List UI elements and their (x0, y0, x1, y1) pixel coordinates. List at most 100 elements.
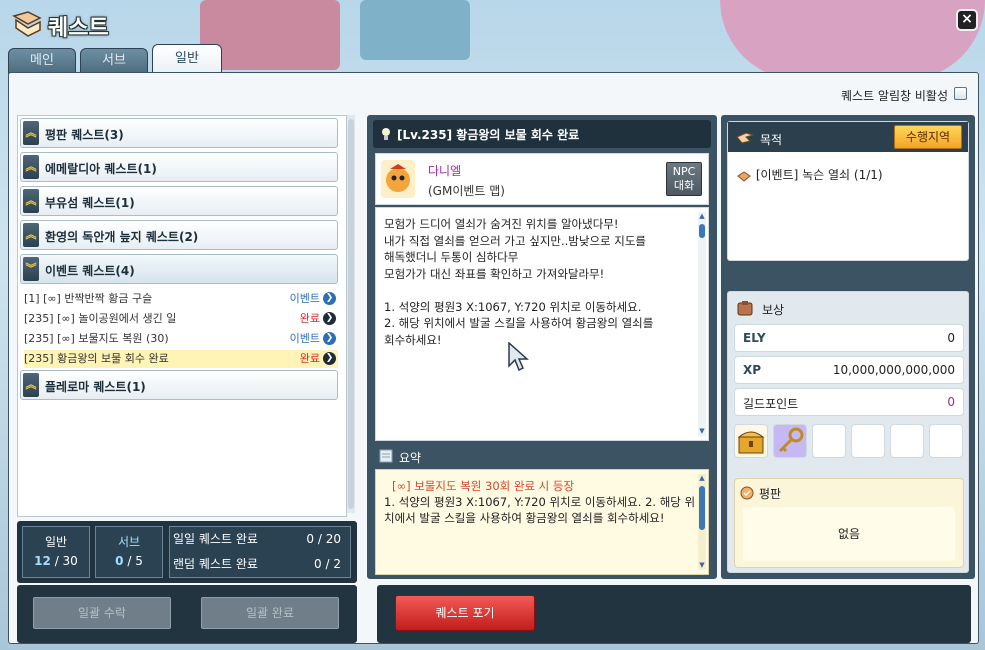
xp-label: XP (743, 363, 762, 377)
quest-name: [235] 황금왕의 보물 회수 완료 (24, 352, 169, 365)
npc-portrait (381, 160, 415, 198)
quest-description-box: 모험가 드디어 열쇠가 숨겨진 위치를 알아냈다무! 내가 직접 열쇠를 얻으러… (375, 207, 709, 441)
arrow-right-icon: ❯ (323, 312, 336, 325)
tab-general[interactable]: 일반 (152, 44, 222, 74)
ely-label: ELY (743, 331, 766, 345)
xp-value: 10,000,000,000,000 (832, 363, 955, 377)
arrow-right-icon: ❯ (323, 332, 336, 345)
goal-item-text: [이벤트] 녹슨 열쇠 (1/1) (755, 168, 883, 182)
goal-header: 목적 수행지역 (728, 122, 968, 152)
category-emeraldia[interactable]: ︽ 에메랄디아 퀘스트(1) (20, 152, 338, 182)
treasure-chest-icon (737, 431, 765, 454)
category-event[interactable]: ︾ 이벤트 퀘스트(4) (20, 254, 338, 284)
random-quest-row: 랜덤 퀘스트 완료 0 / 2 (173, 553, 347, 575)
alarm-disable-checkbox[interactable] (954, 87, 967, 100)
reward-xp: XP 10,000,000,000,000 (734, 356, 964, 384)
quest-item[interactable]: [235] [∞] 보물지도 복원 (30) 이벤트 ❯ (24, 330, 338, 348)
fame-reward: 평판 없음 (734, 478, 964, 568)
summary-title: [∞] 보물지도 복원 30회 완료 시 등장 (392, 479, 575, 493)
reward-slot-empty[interactable] (851, 424, 885, 458)
npc-talk-button[interactable]: NPC 대화 (666, 162, 702, 196)
reward-item-slots (734, 424, 964, 460)
accept-all-button[interactable]: 일괄 수락 (33, 597, 171, 629)
tab-sub[interactable]: 서브 (80, 48, 148, 74)
npc-info: 다니엘 (GM이벤트 맵) NPC 대화 (375, 153, 709, 205)
quest-description: 모험가 드디어 열쇠가 숨겨진 위치를 알아냈다무! 내가 직접 열쇠를 얻으러… (384, 217, 654, 347)
summary-text: 1. 석양의 평원3 X:1067, Y:720 위치로 이동하세요. 2. 해… (384, 495, 696, 525)
reward-guild-point: 길드포인트 0 (734, 388, 964, 416)
close-button[interactable]: × (956, 9, 978, 31)
general-current: 12 (34, 554, 51, 568)
give-up-quest-button[interactable]: 퀘스트 포기 (395, 595, 535, 631)
reward-slot-empty[interactable] (890, 424, 924, 458)
title-bar[interactable]: 퀘스트 × (4, 4, 981, 44)
heart-hand-icon (737, 170, 751, 182)
fame-label: 평판 (759, 487, 782, 501)
quest-item-selected[interactable]: [235] 황금왕의 보물 회수 완료 완료 ❯ (24, 350, 338, 368)
quest-list: ︽ 평판 퀘스트(3) ︽ 에메랄디아 퀘스트(1) ︽ 부유섬 퀘스트(1) … (17, 115, 347, 517)
alarm-disable-label: 퀘스트 알림창 비활성 (841, 89, 948, 103)
reward-slot[interactable] (734, 424, 768, 458)
daily-value: 0 / 20 (306, 532, 341, 546)
description-scrollbar[interactable]: ▲ ▼ (698, 212, 706, 436)
summary-label: 요약 (399, 451, 422, 465)
category-pleroma[interactable]: ︽ 플레로마 퀘스트(1) (20, 370, 338, 400)
reward-slot-empty[interactable] (929, 424, 963, 458)
chevron-up-icon: ︽ (23, 373, 39, 397)
reward-header: 보상 (734, 298, 964, 318)
document-icon (379, 449, 393, 463)
quest-detail: [Lv.235] 황금왕의 보물 회수 완료 다니엘 (GM이벤트 맵) NPC… (367, 115, 717, 579)
npc-name: 다니엘 (428, 164, 462, 178)
quest-status: 완료 (299, 312, 320, 325)
category-floating-island[interactable]: ︽ 부유섬 퀘스트(1) (20, 186, 338, 216)
arrow-right-icon: ❯ (323, 292, 336, 305)
quest-book-icon (12, 11, 42, 37)
quest-title-bar: [Lv.235] 황금왕의 보물 회수 완료 (373, 120, 711, 148)
category-name: 환영의 독안개 늪지 퀘스트(2) (45, 230, 199, 244)
chevron-up-icon: ︽ (23, 121, 39, 145)
scroll-thumb[interactable] (699, 486, 705, 530)
quest-list-scrollbar[interactable] (347, 115, 355, 513)
tab-main[interactable]: 메인 (8, 48, 76, 74)
quest-name: [1] [∞] 반짝반짝 황금 구슬 (24, 292, 153, 305)
sub-count-box: 서브 0 / 5 (95, 526, 163, 578)
general-count: 12 / 30 (23, 554, 89, 568)
summary-box: [∞] 보물지도 복원 30회 완료 시 등장 1. 석양의 평원3 X:106… (375, 469, 709, 575)
reward-slot[interactable] (773, 424, 807, 458)
category-swamp[interactable]: ︽ 환영의 독안개 늪지 퀘스트(2) (20, 220, 338, 250)
summary-header: 요약 (375, 445, 709, 467)
reward-slot-empty[interactable] (812, 424, 846, 458)
guild-point-label: 길드포인트 (743, 397, 799, 411)
quest-window: 퀘스트 × 메인 서브 일반 퀘스트 알림창 비활성 ︽ 평판 퀘스트(3) ︽… (4, 4, 981, 646)
category-name: 플레로마 퀘스트(1) (45, 380, 146, 394)
sub-label: 서브 (117, 535, 141, 549)
random-label: 랜덤 퀘스트 완료 (173, 557, 258, 571)
quest-item[interactable]: [235] [∞] 놀이공원에서 생긴 일 완료 ❯ (24, 310, 338, 328)
chevron-up-icon: ︽ (23, 189, 39, 213)
summary-scrollbar[interactable]: ▲ ▼ (698, 474, 706, 570)
category-name: 에메랄디아 퀘스트(1) (45, 162, 157, 176)
window-title: 퀘스트 (48, 16, 109, 41)
left-button-bar: 일괄 수락 일괄 완료 (17, 585, 357, 643)
quest-item[interactable]: [1] [∞] 반짝반짝 황금 구슬 이벤트 ❯ (24, 290, 338, 308)
content-area: 퀘스트 알림창 비활성 ︽ 평판 퀘스트(3) ︽ 에메랄디아 퀘스트(1) ︽… (8, 72, 979, 644)
golden-key-icon (778, 427, 804, 453)
category-fame[interactable]: ︽ 평판 퀘스트(3) (20, 118, 338, 148)
sub-current: 0 (115, 554, 124, 568)
reward-bag-icon (737, 301, 753, 316)
scroll-up-icon[interactable]: ▲ (698, 212, 706, 221)
lightbulb-icon (382, 128, 390, 140)
scroll-down-icon[interactable]: ▼ (698, 427, 706, 436)
npc-location: (GM이벤트 맵) (428, 184, 505, 198)
scroll-thumb[interactable] (348, 119, 354, 509)
complete-all-button[interactable]: 일괄 완료 (201, 597, 339, 629)
reward-box: 보상 ELY 0 XP 10,000,000,000,000 길드포인트 0 평… (727, 291, 969, 573)
general-count-box: 일반 12 / 30 (22, 526, 90, 578)
quest-area-button[interactable]: 수행지역 (894, 125, 962, 149)
scroll-down-icon[interactable]: ▼ (698, 561, 706, 570)
sub-count: 0 / 5 (96, 554, 162, 568)
reward-ely: ELY 0 (734, 324, 964, 352)
goal-item: [이벤트] 녹슨 열쇠 (1/1) (736, 166, 883, 183)
scroll-thumb[interactable] (699, 224, 705, 238)
scroll-up-icon[interactable]: ▲ (698, 474, 706, 483)
